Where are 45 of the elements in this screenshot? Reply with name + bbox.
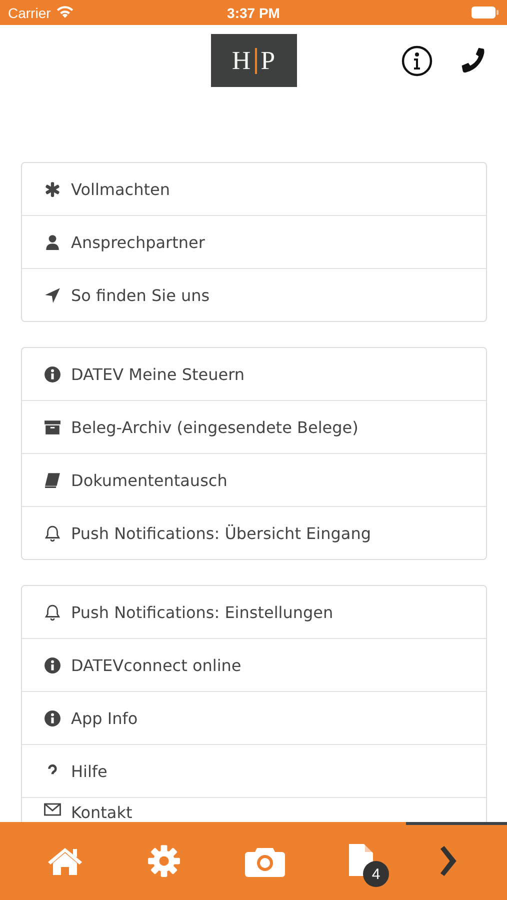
menu-item-label: App Info (71, 708, 138, 728)
documents-tab[interactable]: 4 (349, 844, 391, 888)
bell-icon (44, 604, 61, 620)
info-icon (44, 366, 61, 382)
menu-item[interactable]: DATEV Meine Steuern (22, 348, 486, 400)
bell-icon (44, 524, 61, 542)
menu-item-label: Beleg-Archiv (eingesendete Belege) (71, 418, 358, 436)
info-icon (44, 656, 61, 674)
info-icon[interactable] (401, 45, 433, 77)
menu-item[interactable]: So finden Sie uns (22, 268, 486, 321)
menu-item-label: DATEV Meine Steuern (71, 364, 245, 384)
menu-item-label: Dokumententausch (71, 470, 228, 490)
menu-item-label: Kontakt (71, 803, 132, 822)
clock-time: 3:37 PM (226, 4, 281, 20)
home-icon[interactable] (47, 846, 83, 876)
menu-item[interactable]: Beleg-Archiv (eingesendete Belege) (22, 400, 486, 453)
menu-item[interactable]: Hilfe (22, 744, 486, 797)
info-icon (44, 710, 61, 726)
menu-item-label: Ansprechpartner (71, 232, 205, 252)
menu-item[interactable]: Dokumententausch (22, 453, 486, 506)
location-icon (44, 286, 61, 304)
camera-icon[interactable] (245, 845, 285, 877)
menu-item-label: Hilfe (71, 762, 108, 780)
menu-item-label: So finden Sie uns (71, 286, 210, 304)
menu-item[interactable]: Ansprechpartner (22, 215, 486, 268)
wifi-icon (56, 6, 74, 19)
menu-item-label: Push Notifications: Einstellungen (71, 602, 334, 622)
menu-item-label: Push Notifications: Übersicht Eingang (71, 524, 372, 542)
menu-item-label: Vollmachten (71, 180, 170, 198)
menu-item[interactable]: DATEVconnect online (22, 638, 486, 691)
mail-icon (44, 803, 61, 816)
book-icon (44, 472, 61, 488)
menu-item[interactable]: Push Notifications: Übersicht Eingang (22, 506, 486, 559)
archive-icon (44, 418, 61, 436)
menu-item[interactable]: Vollmachten (22, 163, 486, 215)
notification-count: 4 (363, 861, 389, 887)
logo: H P (210, 34, 296, 87)
menu-item[interactable]: Push Notifications: Einstellungen (22, 586, 486, 638)
carrier-label: Carrier (8, 4, 51, 20)
menu-item-label: DATEVconnect online (71, 656, 242, 674)
user-icon (44, 234, 61, 250)
settings-icon[interactable] (147, 844, 181, 878)
menu-item[interactable]: App Info (22, 691, 486, 744)
battery-icon (471, 6, 499, 19)
asterisk-icon (44, 180, 61, 198)
